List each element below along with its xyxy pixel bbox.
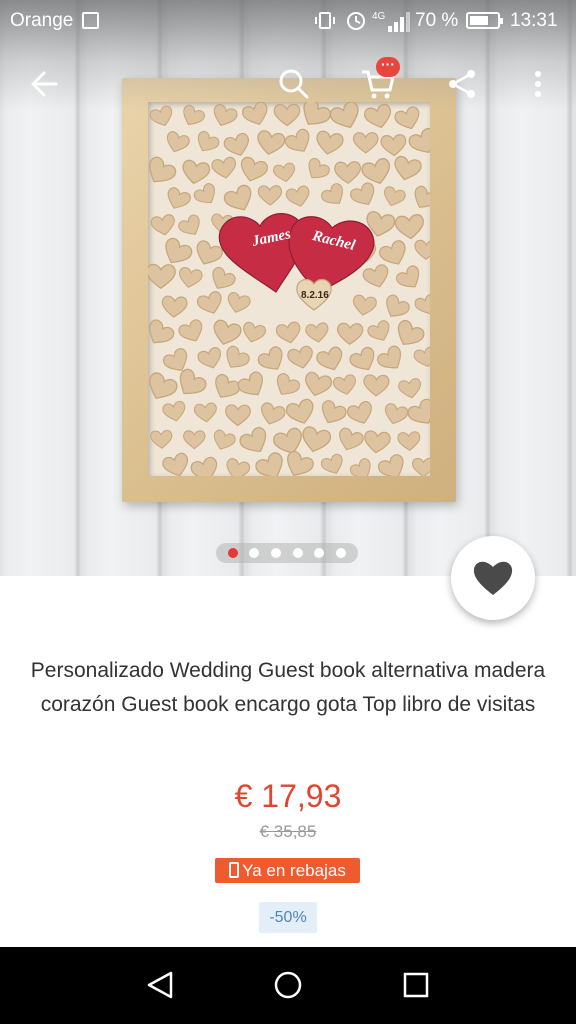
carousel-dot[interactable] <box>336 548 347 558</box>
battery-icon <box>466 12 503 29</box>
wooden-frame: James Rachel 8.2.16 <box>122 78 456 502</box>
carousel-dot[interactable] <box>271 548 282 558</box>
nav-recents-icon[interactable] <box>396 965 436 1005</box>
carousel-dot[interactable] <box>227 548 238 558</box>
vibrate-icon <box>315 12 335 29</box>
original-price: € 35,85 <box>259 822 317 841</box>
search-icon[interactable] <box>274 64 314 104</box>
carousel-dot[interactable] <box>314 548 325 558</box>
date-label: 8.2.16 <box>301 290 329 301</box>
carousel-indicator[interactable] <box>216 543 358 563</box>
couple-hearts <box>218 213 375 311</box>
back-arrow-icon[interactable] <box>26 64 66 104</box>
phone-icon <box>229 862 240 878</box>
clock: 13:31 <box>510 10 558 31</box>
network-type: 4G <box>372 11 386 22</box>
nav-back-icon[interactable] <box>141 965 181 1005</box>
signal-icon <box>388 12 410 32</box>
heart-icon <box>473 561 513 595</box>
sale-badge: Ya en rebajas <box>215 858 360 883</box>
cart-badge: ··· <box>376 57 400 77</box>
navigation-bar <box>0 947 576 1024</box>
discount-badge: -50% <box>259 902 317 933</box>
battery-level <box>470 16 488 25</box>
image-notification-icon <box>82 12 99 29</box>
carrier-name: Orange <box>10 10 74 31</box>
share-icon[interactable] <box>442 64 482 104</box>
carousel-dot[interactable] <box>249 548 260 558</box>
nav-home-icon[interactable] <box>268 965 308 1005</box>
product-title: Personalizado Wedding Guest book alterna… <box>30 659 546 716</box>
sale-label: Ya en rebajas <box>242 861 346 880</box>
favorite-button[interactable] <box>451 536 535 620</box>
carousel-dot[interactable] <box>292 548 303 558</box>
more-vert-icon[interactable] <box>518 64 558 104</box>
battery-percent: 70 % <box>415 10 459 31</box>
product-price: € 17,93 <box>234 778 342 814</box>
alarm-icon <box>347 12 365 30</box>
frame-interior: James Rachel 8.2.16 <box>148 102 430 476</box>
status-bar: Orange 4G 70 % 13:31 <box>0 0 576 42</box>
